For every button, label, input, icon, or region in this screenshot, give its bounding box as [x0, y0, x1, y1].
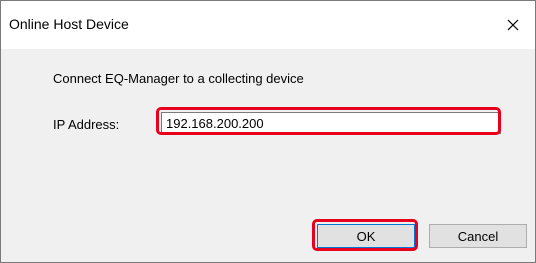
online-host-device-dialog: Online Host Device Connect EQ-Manager to…	[0, 0, 536, 263]
close-button[interactable]	[491, 1, 535, 49]
title-bar: Online Host Device	[1, 1, 535, 49]
cancel-button[interactable]: Cancel	[429, 224, 527, 248]
ip-address-input[interactable]	[161, 112, 501, 134]
dialog-body: Connect EQ-Manager to a collecting devic…	[1, 49, 535, 262]
ip-address-label: IP Address:	[53, 117, 120, 132]
close-icon	[507, 19, 519, 31]
window-title: Online Host Device	[9, 16, 129, 32]
ok-button[interactable]: OK	[317, 224, 415, 248]
connect-prompt: Connect EQ-Manager to a collecting devic…	[53, 71, 304, 86]
